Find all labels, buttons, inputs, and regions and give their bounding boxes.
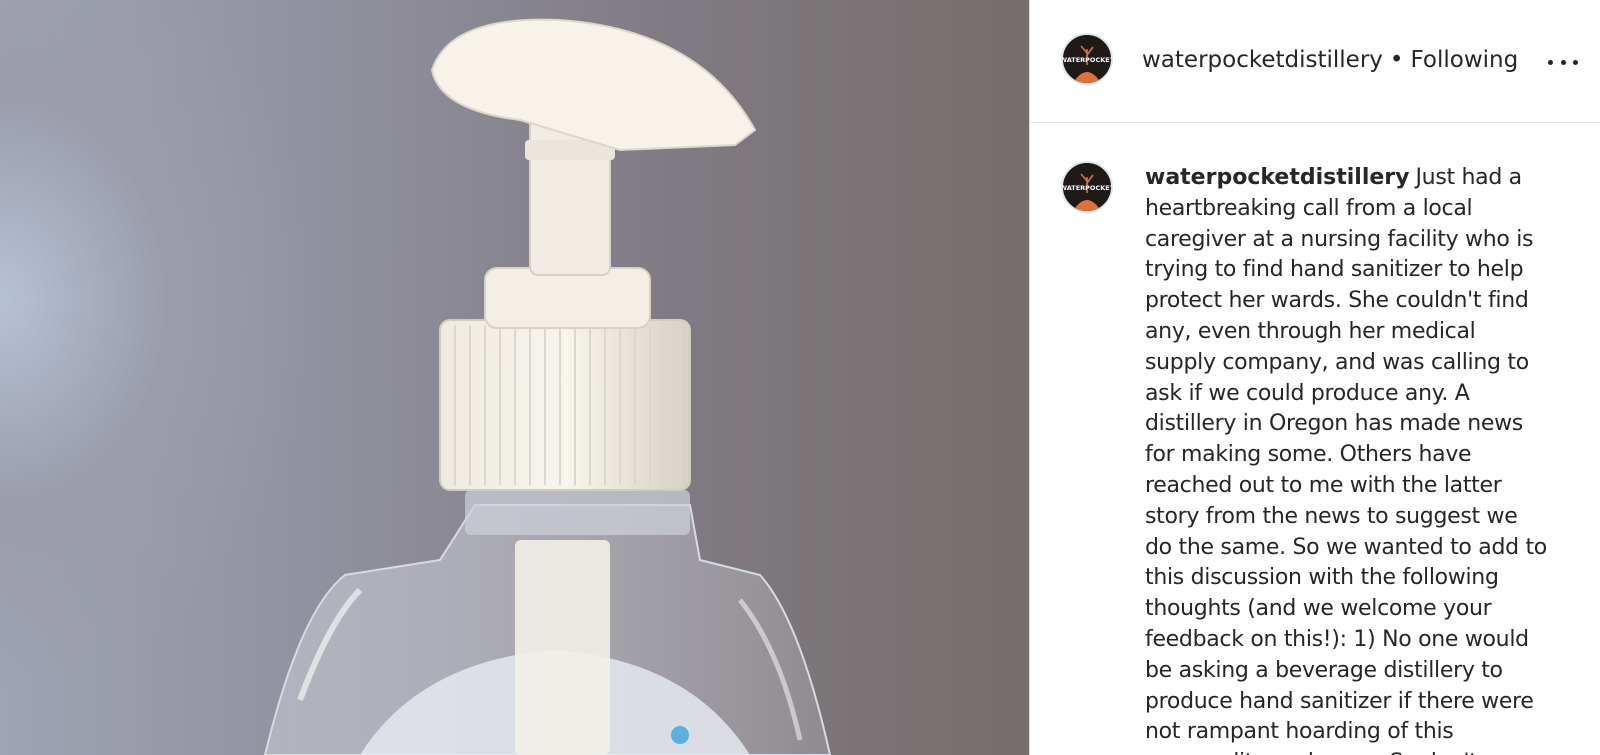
- caption-body: Just had a heartbreaking call from a loc…: [1145, 165, 1547, 755]
- more-dot-icon: [1573, 59, 1578, 65]
- pump-head: [430, 18, 757, 152]
- post-sidebar: WATERPOCKET waterpocketdistillery•Follow…: [1029, 0, 1600, 755]
- caption-text: waterpocketdistillery Just had a heartbre…: [1145, 163, 1550, 755]
- svg-text:WATERPOCKET: WATERPOCKET: [1063, 184, 1111, 192]
- svg-text:WATERPOCKET: WATERPOCKET: [1063, 56, 1111, 64]
- distillery-logo-icon: WATERPOCKET: [1063, 35, 1111, 83]
- caption-avatar[interactable]: WATERPOCKET: [1061, 161, 1113, 213]
- account-avatar[interactable]: WATERPOCKET: [1061, 33, 1113, 85]
- pump-collar: [439, 319, 691, 491]
- sanitizer-bottle-illustration: [263, 18, 832, 755]
- following-status[interactable]: Following: [1410, 47, 1518, 73]
- more-dot-icon: [1560, 59, 1566, 65]
- caption-row: WATERPOCKET waterpocketdistilleryJust ha…: [1030, 123, 1600, 755]
- caption-username[interactable]: waterpocketdistillery: [1145, 165, 1409, 190]
- distillery-logo-icon: WATERPOCKET: [1063, 163, 1111, 211]
- more-options-button[interactable]: [1548, 48, 1578, 76]
- header-username[interactable]: waterpocketdistillery: [1142, 47, 1383, 73]
- post-image[interactable]: [0, 0, 1029, 755]
- post-header: WATERPOCKET waterpocketdistillery•Follow…: [1030, 0, 1600, 123]
- header-separator: •: [1389, 47, 1404, 73]
- more-dot-icon: [1548, 59, 1553, 65]
- header-account-line: waterpocketdistillery • Following: [1142, 47, 1518, 73]
